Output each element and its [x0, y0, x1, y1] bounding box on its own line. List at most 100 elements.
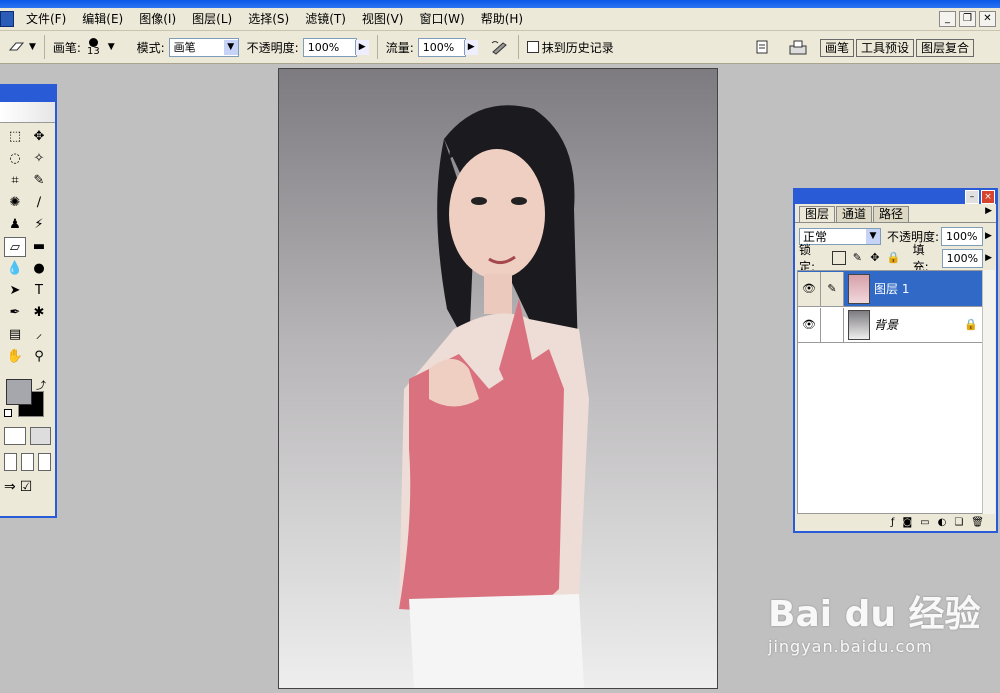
layer-row-background[interactable]: 👁 背景 🔒	[798, 307, 982, 343]
airbrush-button[interactable]	[490, 39, 510, 55]
opacity-input[interactable]: 100%	[302, 37, 357, 57]
trash-icon[interactable]: 🗑	[971, 517, 984, 528]
layers-panel-titlebar[interactable]: – ×	[795, 190, 996, 204]
tab-paths[interactable]: 路径	[873, 206, 910, 222]
healing-brush-icon[interactable]: ✺	[4, 193, 26, 213]
palette-tab-tool-presets[interactable]: 工具预设	[856, 39, 915, 57]
lock-pixels-icon[interactable]: ✎	[852, 252, 864, 264]
restore-button[interactable]: ❐	[959, 11, 976, 27]
watermark-brand: Bai du 经验	[768, 594, 981, 635]
brush-link-icon[interactable]: ✎	[820, 271, 844, 306]
menu-select[interactable]: 选择(S)	[240, 9, 297, 29]
jump-to-imageready-icon[interactable]: ⇒	[4, 479, 16, 495]
color-swatches: ⤴	[4, 377, 55, 423]
menu-file[interactable]: 文件(F)	[18, 9, 74, 29]
eye-icon[interactable]: 👁	[798, 318, 820, 331]
minimize-button[interactable]: _	[939, 11, 956, 27]
clone-stamp-icon[interactable]: ♟	[4, 215, 26, 235]
brush-tool-icon[interactable]: ∕	[28, 193, 50, 213]
divider	[376, 35, 378, 59]
mode-select[interactable]: 画笔 ▼	[168, 37, 239, 57]
flow-input[interactable]: 100%	[417, 37, 466, 57]
screen-mode-full[interactable]	[38, 453, 51, 471]
chevron-down-icon: ▼	[107, 42, 115, 52]
notes-tool-icon[interactable]: ▤	[4, 325, 26, 345]
palette-well-button[interactable]	[754, 39, 770, 55]
marquee-tool-icon[interactable]: ⬚	[4, 127, 26, 147]
new-group-icon[interactable]: ▭	[920, 517, 929, 528]
toolbox-titlebar[interactable]	[0, 86, 55, 102]
lock-transparency-icon[interactable]	[831, 251, 846, 265]
move-tool-icon[interactable]: ✥	[28, 127, 50, 147]
shape-tool-icon[interactable]: ✱	[28, 303, 50, 323]
lock-all-icon[interactable]: 🔒	[887, 252, 901, 264]
layer-row-layer1[interactable]: 👁 ✎ 图层 1	[798, 271, 982, 307]
hand-tool-icon[interactable]: ✋	[4, 347, 26, 367]
add-mask-icon[interactable]: ◙	[902, 517, 912, 528]
tab-channels[interactable]: 通道	[836, 206, 873, 222]
chevron-right-icon[interactable]: ▶	[985, 231, 992, 241]
dodge-tool-icon[interactable]: ●	[28, 259, 50, 279]
menu-image[interactable]: 图像(I)	[131, 9, 184, 29]
menu-window[interactable]: 窗口(W)	[411, 9, 472, 29]
eraser-tool-preset[interactable]: ▼	[8, 40, 36, 54]
swap-colors-icon[interactable]: ⤴	[36, 377, 46, 392]
eraser-tool-icon[interactable]: ▱	[4, 237, 26, 257]
chevron-right-icon[interactable]: ▶	[354, 39, 369, 55]
history-option[interactable]: 抹到历史记录	[526, 39, 614, 56]
menu-layer[interactable]: 图层(L)	[184, 9, 240, 29]
link-cell[interactable]	[820, 307, 844, 342]
tab-layers[interactable]: 图层	[799, 206, 836, 222]
history-brush-icon[interactable]: ⚡	[28, 215, 50, 235]
eye-icon[interactable]: 👁	[798, 271, 820, 306]
foreground-color-swatch[interactable]	[6, 379, 32, 405]
palette-well-icon-button[interactable]	[788, 38, 808, 56]
menu-filter[interactable]: 滤镜(T)	[297, 9, 354, 29]
palette-tab-layer-comps[interactable]: 图层复合	[916, 39, 975, 57]
type-tool-icon[interactable]: T	[28, 281, 50, 301]
minimize-icon[interactable]: –	[965, 190, 979, 204]
opacity-group: 不透明度: 100% ▶	[247, 37, 369, 57]
adjustment-layer-icon[interactable]: ◐	[938, 517, 947, 528]
feather-logo[interactable]	[0, 102, 55, 123]
standard-mode-button[interactable]	[4, 427, 26, 445]
lasso-tool-icon[interactable]: ◌	[4, 149, 26, 169]
eyedropper-icon[interactable]: ⸝	[28, 325, 50, 345]
palette-tab-brushes[interactable]: 画笔	[820, 39, 855, 57]
layers-scrollbar[interactable]	[982, 270, 995, 514]
layers-panel-tabs: 图层 通道 路径 ▶	[795, 204, 996, 223]
chevron-right-icon[interactable]: ▶	[985, 253, 992, 263]
menu-edit[interactable]: 编辑(E)	[74, 9, 131, 29]
chevron-right-icon[interactable]: ▶	[463, 39, 478, 55]
layer-list: 👁 ✎ 图层 1 👁 背景 🔒	[797, 270, 983, 514]
crop-tool-icon[interactable]: ⌗	[4, 171, 26, 191]
menu-help[interactable]: 帮助(H)	[473, 9, 531, 29]
screen-mode-menu[interactable]	[21, 453, 34, 471]
default-colors-icon[interactable]	[4, 409, 12, 417]
layer-name: 图层 1	[874, 282, 910, 296]
pen-tool-icon[interactable]: ✒	[4, 303, 26, 323]
document-canvas[interactable]	[278, 68, 718, 689]
path-select-icon[interactable]: ➤	[4, 281, 26, 301]
magic-wand-icon[interactable]: ✧	[28, 149, 50, 169]
screen-mode-standard[interactable]	[4, 453, 17, 471]
layer-opacity-input[interactable]: 100%	[941, 226, 984, 246]
gradient-tool-icon[interactable]: ▬	[28, 237, 50, 257]
quick-mask-button[interactable]	[29, 427, 51, 445]
new-layer-icon[interactable]: ❏	[954, 517, 963, 528]
panel-menu-icon[interactable]: ▶	[985, 206, 992, 222]
app-icon[interactable]	[0, 11, 14, 27]
history-checkbox[interactable]	[526, 41, 539, 53]
checkmark-icon[interactable]: ☑	[20, 479, 33, 495]
zoom-tool-icon[interactable]: ⚲	[28, 347, 50, 367]
lock-position-icon[interactable]: ✥	[869, 252, 881, 264]
close-icon[interactable]: ×	[981, 190, 995, 204]
blur-tool-icon[interactable]: 💧	[4, 259, 26, 279]
close-button[interactable]: ✕	[979, 11, 996, 27]
menu-view[interactable]: 视图(V)	[354, 9, 412, 29]
fill-input[interactable]: 100%	[941, 248, 984, 268]
slice-tool-icon[interactable]: ✎	[28, 171, 50, 191]
brush-picker[interactable]: 画笔: 13 ▼	[53, 37, 115, 57]
layer-style-icon[interactable]: ƒ	[891, 517, 895, 528]
window-controls: _ ❐ ✕	[939, 11, 996, 27]
